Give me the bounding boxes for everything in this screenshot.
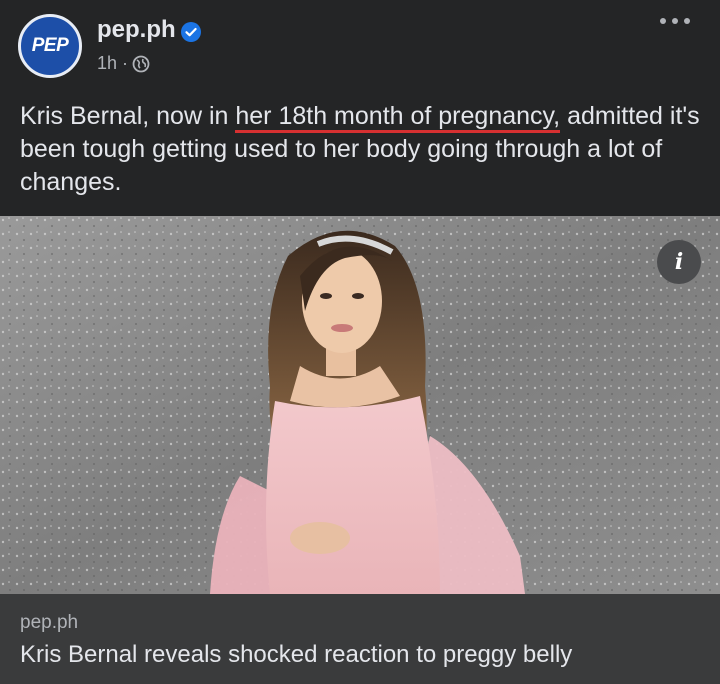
info-icon: i [674, 249, 684, 275]
post-timestamp[interactable]: 1h · [97, 53, 128, 74]
post-photo[interactable] [0, 216, 720, 594]
post-meta: 1h · [97, 53, 150, 74]
avatar-logo-text: PEP [31, 35, 69, 56]
caption-text-start: Kris Bernal, now in [20, 102, 236, 130]
info-button[interactable]: i [657, 240, 701, 284]
link-preview[interactable]: pep.ph Kris Bernal reveals shocked react… [0, 594, 720, 684]
link-domain: pep.ph [20, 612, 79, 633]
more-options-icon[interactable] [658, 14, 692, 28]
post-caption: Kris Bernal, now in her 18th month of pr… [20, 100, 710, 199]
page-avatar[interactable]: PEP [18, 14, 82, 78]
link-title[interactable]: Kris Bernal reveals shocked reaction to … [20, 641, 572, 669]
globe-icon[interactable] [132, 55, 150, 73]
verified-badge-icon [181, 22, 201, 42]
photo-illustration [0, 216, 720, 594]
post-header: PEP pep.ph 1h · [0, 0, 720, 94]
page-name-link[interactable]: pep.ph [97, 16, 176, 44]
caption-underlined-phrase: her 18th month of pregnancy, [235, 102, 561, 133]
